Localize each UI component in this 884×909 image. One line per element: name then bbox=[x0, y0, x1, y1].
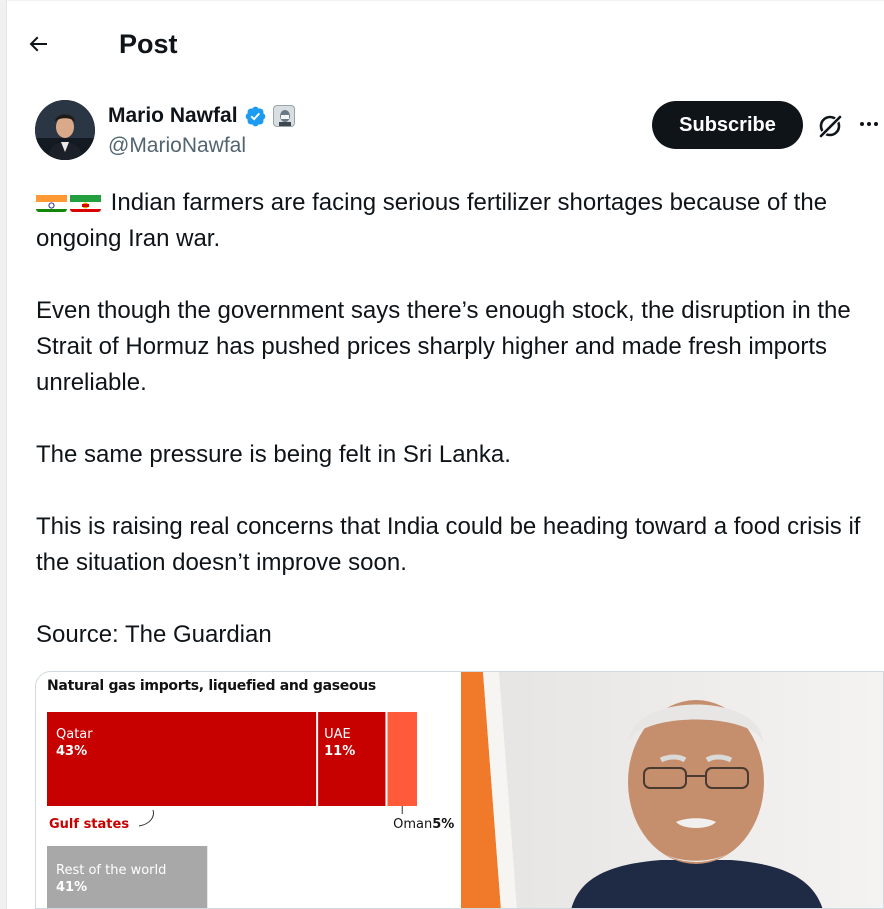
author-handle[interactable]: @MarioNawfal bbox=[108, 134, 295, 158]
author-name[interactable]: Mario Nawfal bbox=[108, 104, 238, 128]
page-title: Post bbox=[119, 28, 178, 59]
post-paragraph: Even though the government says there’s … bbox=[36, 297, 851, 396]
more-button[interactable] bbox=[855, 110, 883, 138]
treemap-cell-oman bbox=[387, 712, 417, 806]
post-text: Indian farmers are facing serious fertil… bbox=[36, 185, 884, 653]
more-icon bbox=[860, 122, 878, 126]
grok-button[interactable] bbox=[814, 110, 846, 142]
grok-icon bbox=[818, 114, 843, 139]
scrollbar[interactable] bbox=[0, 0, 7, 909]
cell-label: Qatar bbox=[56, 727, 93, 742]
group-leader bbox=[138, 809, 154, 827]
back-button[interactable] bbox=[20, 26, 56, 62]
post-paragraph: Indian farmers are facing serious fertil… bbox=[36, 189, 828, 252]
chart-svg: Qatar 43% UAE 11% Oman 5% Gulf states Rest of … bbox=[47, 712, 454, 908]
iran-flag-icon bbox=[70, 191, 101, 212]
portrait-photo bbox=[461, 672, 883, 908]
oman-label: Oman bbox=[393, 817, 432, 832]
photo-image[interactable] bbox=[461, 672, 883, 908]
post-media[interactable]: Natural gas imports, liquefied and gaseo… bbox=[35, 671, 884, 909]
verified-badge-icon bbox=[245, 106, 265, 126]
cell-value: 41% bbox=[56, 880, 87, 895]
cell-label: UAE bbox=[324, 727, 351, 742]
subscribe-button[interactable]: Subscribe bbox=[652, 101, 803, 149]
affiliate-badge-icon[interactable] bbox=[272, 105, 295, 127]
page-header: Post bbox=[20, 22, 178, 66]
arrow-left-icon bbox=[29, 36, 47, 52]
india-flag-icon bbox=[36, 191, 67, 212]
post-paragraph: The same pressure is being felt in Sri L… bbox=[36, 441, 511, 468]
group-label-gulf: Gulf states bbox=[49, 817, 129, 832]
post-source: Source: The Guardian bbox=[36, 621, 272, 648]
post-author: Mario Nawfal @MarioNawfal bbox=[35, 100, 295, 160]
avatar[interactable] bbox=[35, 100, 95, 160]
cell-label: Rest of the world bbox=[56, 863, 166, 878]
top-divider bbox=[7, 0, 884, 3]
cell-value: 11% bbox=[324, 744, 355, 759]
oman-value: 5% bbox=[432, 817, 454, 832]
cell-value: 43% bbox=[56, 744, 87, 759]
post-paragraph: This is raising real concerns that India… bbox=[36, 513, 861, 576]
chart-image[interactable]: Natural gas imports, liquefied and gaseo… bbox=[36, 672, 461, 908]
